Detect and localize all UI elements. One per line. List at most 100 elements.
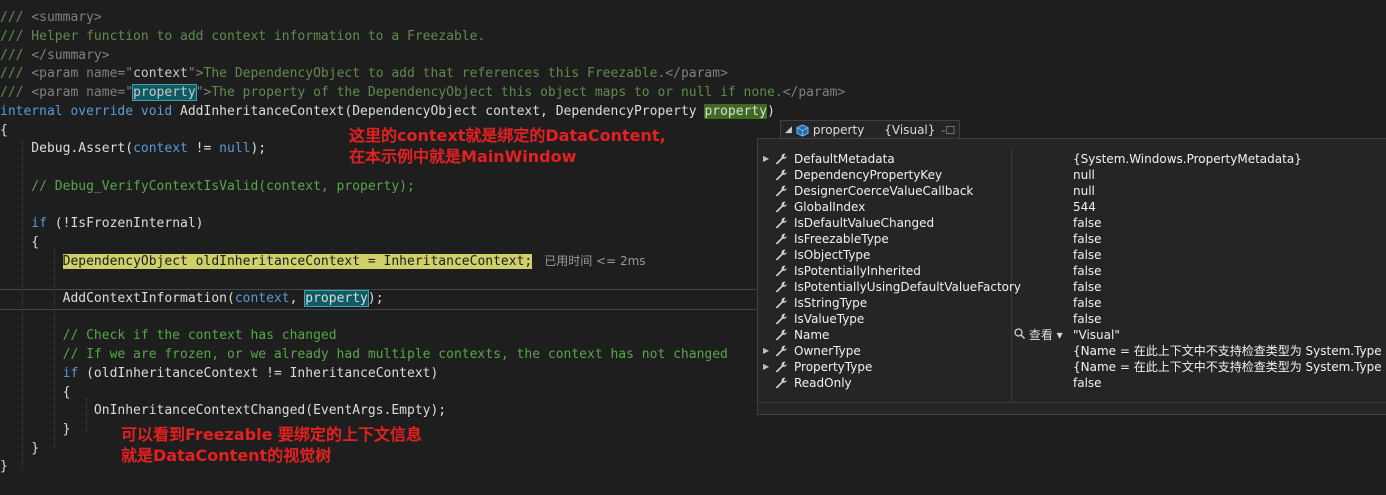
code-line: } [0, 422, 71, 437]
datatip-row-value[interactable]: false [1073, 231, 1102, 247]
datatip-row-name: OwnerType [794, 344, 861, 358]
code-line: /// <param name="context">The Dependency… [0, 66, 728, 81]
datatip-row-value[interactable]: false [1073, 247, 1102, 263]
datatip-row[interactable]: IsDefaultValueChanged false [758, 215, 1386, 231]
datatip-row[interactable]: IsStringType false [758, 295, 1386, 311]
datatip-row-name: Name [794, 328, 830, 342]
datatip-row-value[interactable]: false [1073, 215, 1102, 231]
code-line-current-statement: DependencyObject oldInheritanceContext =… [0, 252, 646, 271]
datatip-row-name: GlobalIndex [794, 200, 866, 214]
elapsed-time-hint: 已用时间 <= 2ms [544, 254, 646, 268]
code-line: /// </summary> [0, 48, 110, 63]
wrench-icon [775, 265, 788, 277]
wrench-icon [775, 217, 788, 229]
datatip-row[interactable]: IsPotentiallyUsingDefaultValueFactory fal… [758, 279, 1386, 295]
datatip-row-value[interactable]: null [1073, 183, 1095, 199]
code-line: /// <summary> [0, 10, 102, 25]
text-visualizer-button[interactable]: 查看 ▾ [1014, 327, 1063, 343]
datatip-row-name: DependencyPropertyKey [794, 168, 943, 182]
wrench-icon [775, 377, 788, 389]
datatip-row-name: PropertyType [794, 360, 873, 374]
wrench-icon [775, 361, 788, 373]
datatip-variable-value[interactable]: {Visual} [884, 123, 935, 137]
annotation-top: 这里的context就是绑定的DataContent, 在本示例中就是MainW… [349, 126, 666, 166]
wrench-icon [775, 345, 788, 357]
code-line: { [0, 235, 40, 250]
datatip-row-value[interactable]: 544 [1073, 199, 1096, 215]
expand-icon[interactable]: ▶ [763, 151, 769, 167]
annotation-bottom: 可以看到Freezable 要绑定的上下文信息 就是DataContent的视觉… [121, 425, 422, 465]
property-symbol[interactable]: property [704, 104, 768, 119]
code-line: } [0, 459, 8, 474]
datatip-row-name: DefaultMetadata [794, 152, 895, 166]
datatip-row[interactable]: ReadOnly false [758, 375, 1386, 391]
datatip-panel[interactable]: ▶ DefaultMetadata {System.Windows.Property… [757, 138, 1386, 415]
datatip-row[interactable]: ▶ PropertyType {Name = 在此上下文中不支持检查类型为 Syst… [758, 359, 1386, 375]
datatip-row-name: ReadOnly [794, 376, 852, 390]
datatip-row-name: IsValueType [794, 312, 865, 326]
datatip-row-value[interactable]: false [1073, 311, 1102, 327]
code-line: AddContextInformation(context, property)… [0, 290, 384, 307]
property-icon [796, 123, 809, 137]
wrench-icon [775, 233, 788, 245]
wrench-icon [775, 313, 788, 325]
wrench-icon [775, 249, 788, 261]
datatip-header[interactable]: ◢ property {Visual} -☐ [780, 120, 961, 140]
code-line: // Debug_VerifyContextIsValid(context, p… [0, 179, 415, 194]
datatip-row[interactable]: IsFreezableType false [758, 231, 1386, 247]
datatip-row[interactable]: IsPotentiallyInherited false [758, 263, 1386, 279]
datatip-row-name: IsObjectType [794, 248, 871, 262]
code-line: if (oldInheritanceContext != Inheritance… [0, 366, 439, 381]
code-line: Debug.Assert(context != null); [0, 141, 267, 156]
wrench-icon [775, 329, 788, 341]
datatip-footer-divider [758, 402, 1386, 403]
datatip-row-value[interactable]: false [1073, 263, 1102, 279]
wrench-icon [775, 297, 788, 309]
datatip-row-name: IsPotentiallyUsingDefaultValueFactory [794, 280, 1022, 294]
magnifier-icon [1014, 328, 1026, 340]
datatip-row-name: IsPotentiallyInherited [794, 264, 921, 278]
code-line: OnInheritanceContextChanged(EventArgs.Em… [0, 403, 447, 418]
datatip-row-value[interactable]: false [1073, 375, 1102, 391]
datatip-row-name: IsFreezableType [794, 232, 889, 246]
expand-icon[interactable]: ▶ [763, 359, 769, 375]
code-line: internal override void AddInheritanceCon… [0, 104, 775, 119]
wrench-icon [775, 201, 788, 213]
datatip-row-value[interactable]: false [1073, 279, 1102, 295]
visualizer-label: 查看 [1028, 328, 1053, 342]
datatip-variable-name: property [812, 123, 865, 137]
datatip-row-value[interactable]: null [1073, 167, 1095, 183]
datatip-row[interactable]: DesignerCoerceValueCallback null [758, 183, 1386, 199]
datatip-row-value[interactable]: {Name = 在此上下文中不支持检查类型为 System.Type 的 [1073, 359, 1386, 375]
code-line: /// Helper function to add context infor… [0, 29, 486, 44]
expand-icon[interactable]: ▶ [763, 343, 769, 359]
pin-icon[interactable]: -☐ [941, 124, 955, 137]
datatip-row-value[interactable]: false [1073, 295, 1102, 311]
datatip-row-value[interactable]: {System.Windows.PropertyMetadata} [1073, 151, 1302, 167]
wrench-icon [775, 169, 788, 181]
code-line: if (!IsFrozenInternal) [0, 216, 204, 231]
datatip-row[interactable]: IsObjectType false [758, 247, 1386, 263]
datatip-row-name: IsDefaultValueChanged [794, 216, 935, 230]
datatip-row-name: IsStringType [794, 296, 868, 310]
datatip-row-value[interactable]: "Visual" [1073, 327, 1120, 343]
wrench-icon [775, 185, 788, 197]
code-line: /// <param name="property">The property … [0, 84, 846, 101]
code-line: } [0, 441, 40, 456]
datatip-row[interactable]: GlobalIndex 544 [758, 199, 1386, 215]
collapse-icon[interactable]: ◢ [785, 125, 792, 135]
current-statement-highlight: DependencyObject oldInheritanceContext =… [62, 254, 533, 269]
datatip-row[interactable]: ▶ OwnerType {Name = 在此上下文中不支持检查类型为 System.… [758, 343, 1386, 359]
code-line: { [0, 123, 8, 138]
datatip-row[interactable]: ▶ DefaultMetadata {System.Windows.Property… [758, 151, 1386, 167]
code-line: { [0, 385, 71, 400]
code-line: // If we are frozen, or we already had m… [0, 347, 728, 362]
datatip-row-value[interactable]: {Name = 在此上下文中不支持检查类型为 System.Type 的 [1073, 343, 1386, 359]
datatip-row[interactable]: DependencyPropertyKey null [758, 167, 1386, 183]
datatip-row[interactable]: Name 查看 ▾ "Visual" [758, 327, 1386, 343]
code-line: // Check if the context has changed [0, 328, 337, 343]
dropdown-arrow-icon[interactable]: ▾ [1053, 328, 1063, 342]
property-reference-highlight[interactable]: property [304, 290, 369, 307]
wrench-icon [775, 281, 788, 293]
datatip-row[interactable]: IsValueType false [758, 311, 1386, 327]
